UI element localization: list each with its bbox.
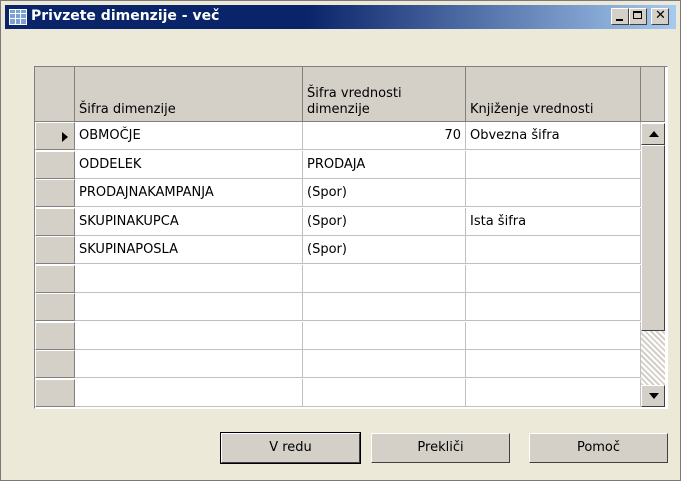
current-row-arrow-icon [62, 132, 68, 142]
empty-cell[interactable] [303, 322, 466, 350]
cell-value-code[interactable]: (Spor) [303, 236, 466, 264]
row-selector[interactable] [35, 208, 75, 236]
empty-cell[interactable] [75, 322, 303, 350]
row-selector[interactable] [35, 350, 75, 378]
scroll-thumb[interactable] [641, 145, 665, 331]
empty-cell[interactable] [466, 265, 641, 293]
cell-value-code[interactable]: (Spor) [303, 179, 466, 207]
empty-cell[interactable] [75, 350, 303, 378]
close-button[interactable]: ✕ [651, 8, 669, 25]
row-selector[interactable] [35, 293, 75, 321]
cell-value-posting[interactable] [466, 151, 641, 179]
vertical-scrollbar[interactable] [641, 123, 665, 407]
empty-cell[interactable] [75, 379, 303, 407]
empty-cell[interactable] [303, 293, 466, 321]
empty-cell[interactable] [466, 379, 641, 407]
title-bar[interactable]: Privzete dimenzije - več ✕ [5, 5, 676, 29]
row-selector[interactable] [35, 265, 75, 293]
cell-value-code[interactable]: (Spor) [303, 208, 466, 236]
ok-button[interactable]: V redu [220, 432, 361, 464]
scroll-down-button[interactable] [641, 385, 665, 407]
cell-value-code[interactable]: 70 [303, 122, 466, 150]
help-button[interactable]: Pomoč [529, 433, 668, 463]
cell-dimension-code[interactable]: ODDELEK [75, 151, 303, 179]
cell-value-posting[interactable] [466, 236, 641, 264]
arrow-down-icon [649, 393, 659, 399]
cell-dimension-code[interactable]: OBMOČJE [75, 122, 303, 150]
minimize-button[interactable] [611, 8, 629, 25]
cell-value-posting[interactable]: Ista šifra [466, 208, 641, 236]
window-title: Privzete dimenzije - več [31, 8, 220, 24]
empty-cell[interactable] [75, 293, 303, 321]
cell-value-posting[interactable] [466, 179, 641, 207]
row-selector[interactable] [35, 236, 75, 264]
dialog-window: Privzete dimenzije - več ✕ Šifra dimenzi… [0, 0, 681, 481]
table-icon [9, 9, 27, 25]
column-header-value-code[interactable]: Šifra vrednosti dimenzije [303, 67, 466, 122]
empty-cell[interactable] [303, 265, 466, 293]
empty-cell[interactable] [75, 265, 303, 293]
header-scroll-corner [641, 67, 665, 122]
cancel-button[interactable]: Prekliči [371, 433, 510, 463]
row-selector[interactable] [35, 379, 75, 407]
close-icon: ✕ [655, 8, 666, 23]
column-header-dimension-code[interactable]: Šifra dimenzije [75, 67, 303, 122]
row-selector[interactable] [35, 179, 75, 207]
header-corner [35, 67, 75, 122]
cell-dimension-code[interactable]: SKUPINAPOSLA [75, 236, 303, 264]
empty-cell[interactable] [466, 350, 641, 378]
empty-cell[interactable] [303, 379, 466, 407]
maximize-button[interactable] [629, 8, 647, 25]
empty-cell[interactable] [303, 350, 466, 378]
cell-dimension-code[interactable]: PRODAJNAKAMPANJA [75, 179, 303, 207]
empty-cell[interactable] [466, 322, 641, 350]
cell-value-posting[interactable]: Obvezna šifra [466, 122, 641, 150]
scroll-up-button[interactable] [641, 123, 665, 145]
arrow-up-icon [649, 131, 659, 137]
cell-dimension-code[interactable]: SKUPINAKUPCA [75, 208, 303, 236]
column-header-value-posting[interactable]: Knjiženje vrednosti [466, 67, 641, 122]
row-selector[interactable] [35, 122, 75, 150]
row-selector[interactable] [35, 322, 75, 350]
scroll-track[interactable] [641, 331, 665, 385]
row-selector[interactable] [35, 151, 75, 179]
cell-value-code[interactable]: PRODAJA [303, 151, 466, 179]
empty-cell[interactable] [466, 293, 641, 321]
dimensions-table: Šifra dimenzije Šifra vrednosti dimenzij… [34, 66, 668, 409]
